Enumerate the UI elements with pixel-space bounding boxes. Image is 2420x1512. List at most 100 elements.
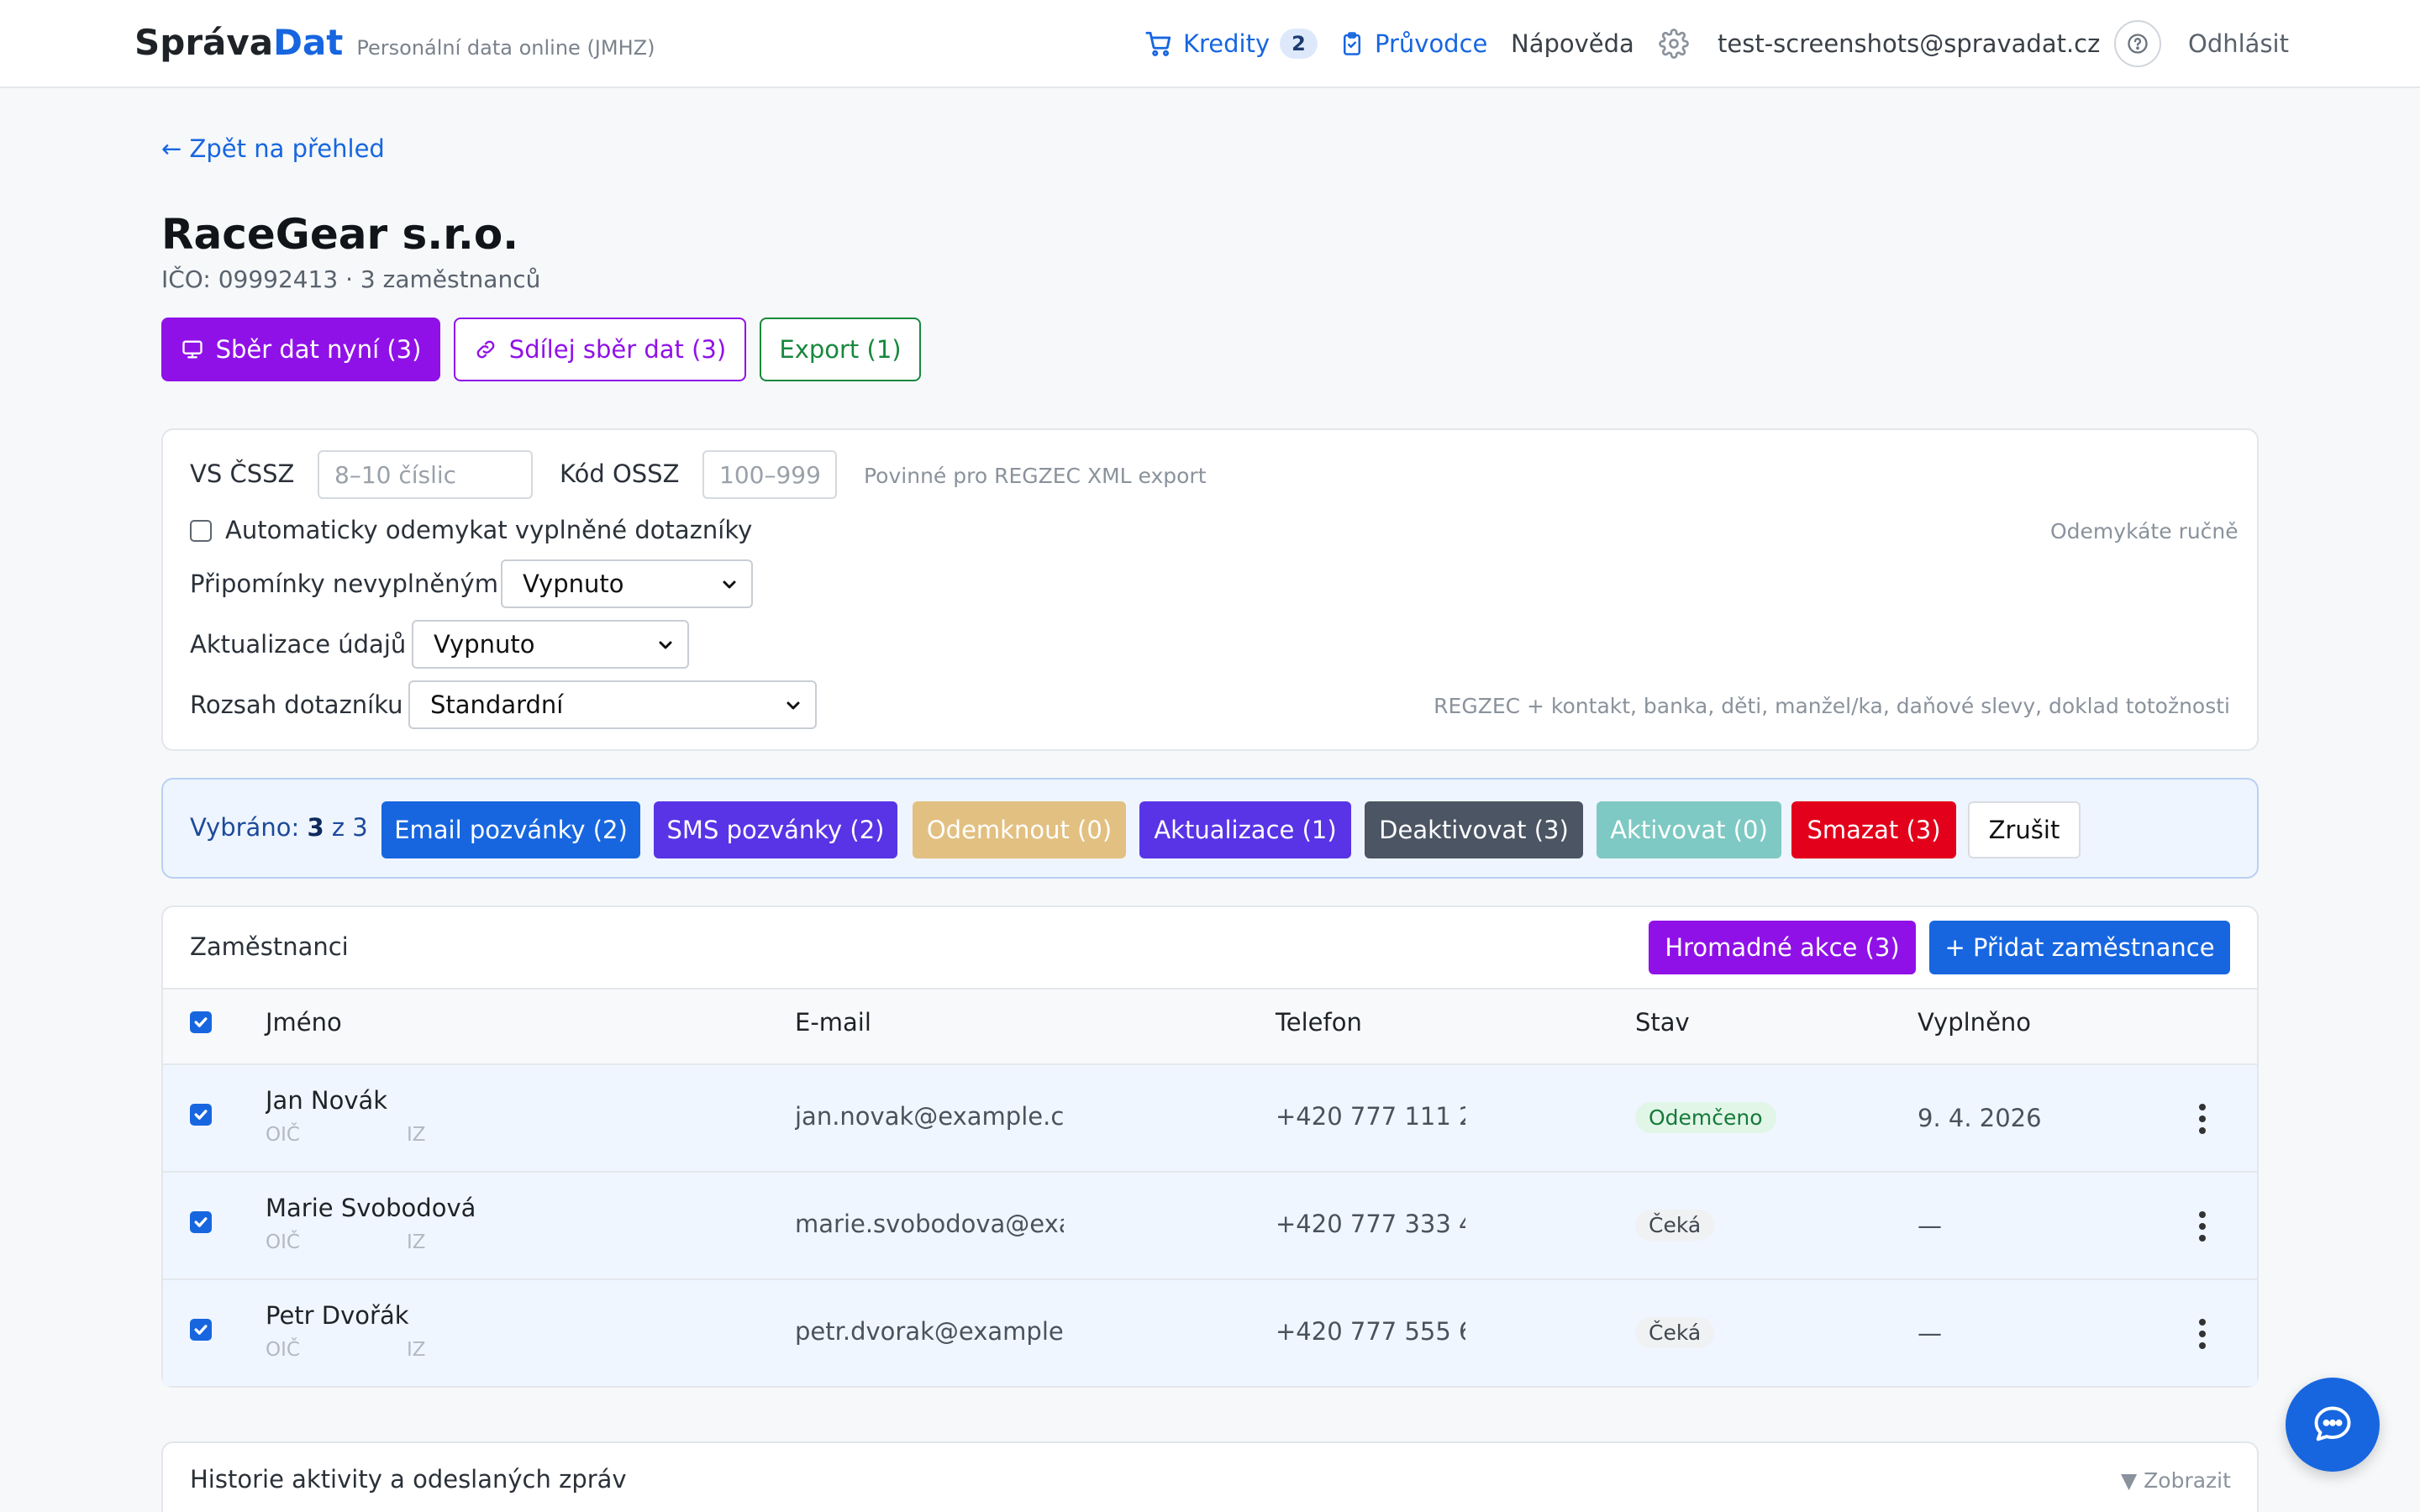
selected-count: 3 <box>307 813 324 842</box>
chevron-down-icon <box>723 580 736 589</box>
bulk-selection-bar: Vybráno: 3 z 3 Email pozvánky (2) SMS po… <box>161 778 2259 879</box>
column-header-filled[interactable]: Vyplněno <box>1918 1008 2031 1037</box>
nav-guide[interactable]: Průvodce <box>1339 0 1487 87</box>
column-header-name[interactable]: Jméno <box>266 1008 342 1037</box>
chat-button[interactable] <box>2286 1378 2380 1472</box>
ossz-code-label: Kód OSSZ <box>560 459 680 488</box>
user-email[interactable]: test-screenshots@spravadat.cz <box>1718 0 2100 87</box>
history-title: Historie aktivity a odeslaných zpráv <box>190 1465 627 1494</box>
table-row[interactable] <box>163 1171 2257 1278</box>
filled-date: 9. 4. 2026 <box>1918 1104 2042 1132</box>
employee-email: marie.svobodova@exa <box>795 1210 1064 1238</box>
monitor-icon <box>182 340 203 359</box>
settings-button[interactable] <box>1659 0 1689 87</box>
gear-icon <box>1659 28 1689 59</box>
nav-help[interactable]: Nápověda <box>1511 0 1634 87</box>
regzec-required-hint: Povinné pro REGZEC XML export <box>864 464 1207 488</box>
credits-label: Kredity <box>1183 29 1270 58</box>
questionnaire-scope-label: Rozsah dotazníku <box>190 690 403 719</box>
auto-unlock-checkbox[interactable] <box>190 520 212 542</box>
employees-title: Zaměstnanci <box>190 932 349 961</box>
brand-name-part1: Správa <box>134 22 274 63</box>
row-menu-icon[interactable] <box>2199 1104 2207 1139</box>
employee-oic: OIČ <box>266 1339 300 1361</box>
top-navbar: Správa Dat Personální data online (JMHZ)… <box>0 0 2420 88</box>
employee-email: jan.novak@example.cz <box>795 1102 1064 1131</box>
row-checkbox[interactable] <box>190 1319 212 1341</box>
filled-date: — <box>1918 1319 1942 1347</box>
employee-phone: +420 777 111 2 <box>1276 1102 1465 1131</box>
employee-name[interactable]: Petr Dvořák <box>266 1301 409 1330</box>
delete-button[interactable]: Smazat (3) <box>1791 801 1956 858</box>
row-checkbox[interactable] <box>190 1211 212 1233</box>
column-header-status[interactable]: Stav <box>1635 1008 1690 1037</box>
employee-oic: OIČ <box>266 1231 300 1253</box>
email-invites-button[interactable]: Email pozvánky (2) <box>381 801 640 858</box>
collect-data-now-label: Sběr dat nyní (3) <box>215 335 422 364</box>
collect-data-now-button[interactable]: Sběr dat nyní (3) <box>161 318 440 381</box>
selected-total: z 3 <box>331 813 368 842</box>
export-label: Export (1) <box>779 335 902 364</box>
selected-prefix: Vybráno: <box>190 813 300 842</box>
nav-credits[interactable]: Kredity 2 <box>1144 0 1318 87</box>
column-header-phone[interactable]: Telefon <box>1276 1008 1362 1037</box>
update-button[interactable]: Aktualizace (1) <box>1139 801 1351 858</box>
status-badge: Odemčeno <box>1635 1102 1776 1133</box>
vs-cssz-input[interactable] <box>318 450 533 499</box>
share-data-collection-label: Sdílej sběr dat (3) <box>508 335 727 364</box>
employee-iz: IZ <box>407 1339 426 1361</box>
add-employee-button[interactable]: + Přidat zaměstnance <box>1929 921 2230 974</box>
brand-tagline: Personální data online (JMHZ) <box>356 36 655 60</box>
vs-cssz-label: VS ČSSZ <box>190 459 295 488</box>
credits-count-badge: 2 <box>1280 28 1318 59</box>
page-title: RaceGear s.r.o. <box>161 210 519 259</box>
reminders-label: Připomínky nevyplněným <box>190 570 498 598</box>
column-header-email[interactable]: E-mail <box>795 1008 871 1037</box>
manual-unlock-hint: Odemykáte ručně <box>2050 519 2238 543</box>
chat-bubble-icon <box>2314 1406 2351 1441</box>
ossz-code-input[interactable] <box>702 450 837 499</box>
reminders-select-value: Vypnuto <box>523 570 624 598</box>
employee-iz: IZ <box>407 1231 426 1253</box>
link-icon <box>476 340 495 359</box>
sms-invites-button[interactable]: SMS pozvánky (2) <box>654 801 897 858</box>
unlock-button[interactable]: Odemknout (0) <box>913 801 1126 858</box>
help-circle-icon <box>2114 19 2161 67</box>
bulk-actions-button[interactable]: Hromadné akce (3) <box>1649 921 1916 974</box>
deactivate-button[interactable]: Deaktivovat (3) <box>1365 801 1583 858</box>
select-all-checkbox[interactable] <box>190 1011 212 1033</box>
clipboard-check-icon <box>1344 31 1360 55</box>
employee-email: petr.dvorak@example. <box>795 1317 1064 1346</box>
status-badge: Čeká <box>1635 1317 1715 1348</box>
brand-logo[interactable]: Správa Dat Personální data online (JMHZ) <box>134 22 655 63</box>
employee-name[interactable]: Marie Svobodová <box>266 1194 476 1222</box>
company-meta: IČO: 09992413 · 3 zaměstnanců <box>161 265 541 293</box>
history-toggle[interactable]: ▼ Zobrazit <box>2121 1468 2231 1493</box>
check-icon <box>194 1217 208 1227</box>
employee-phone: +420 777 555 6 <box>1276 1317 1465 1346</box>
questionnaire-scope-select[interactable]: Standardní <box>408 680 817 729</box>
support-button[interactable] <box>2114 0 2161 87</box>
check-icon <box>194 1325 208 1335</box>
check-icon <box>194 1017 208 1027</box>
employee-iz: IZ <box>407 1124 426 1146</box>
filled-date: — <box>1918 1211 1942 1240</box>
back-to-overview-link[interactable]: ← Zpět na přehled <box>161 134 385 163</box>
data-updates-select[interactable]: Vypnuto <box>412 620 689 669</box>
employee-name[interactable]: Jan Novák <box>266 1086 387 1115</box>
guide-label: Průvodce <box>1375 29 1488 58</box>
export-button[interactable]: Export (1) <box>760 318 921 381</box>
cancel-selection-button[interactable]: Zrušit <box>1968 801 2081 858</box>
activate-button[interactable]: Aktivovat (0) <box>1597 801 1781 858</box>
row-checkbox[interactable] <box>190 1104 212 1126</box>
row-menu-icon[interactable] <box>2199 1211 2207 1247</box>
brand-name-part2: Dat <box>273 22 344 63</box>
cart-icon <box>1145 31 1171 56</box>
logout-link[interactable]: Odhlásit <box>2188 0 2289 87</box>
auto-unlock-label: Automaticky odemykat vyplněné dotazníky <box>225 516 753 544</box>
share-data-collection-button[interactable]: Sdílej sběr dat (3) <box>454 318 746 381</box>
row-menu-icon[interactable] <box>2199 1319 2207 1354</box>
reminders-select[interactable]: Vypnuto <box>501 559 753 608</box>
questionnaire-scope-select-value: Standardní <box>430 690 564 719</box>
table-row[interactable] <box>163 1278 2257 1386</box>
